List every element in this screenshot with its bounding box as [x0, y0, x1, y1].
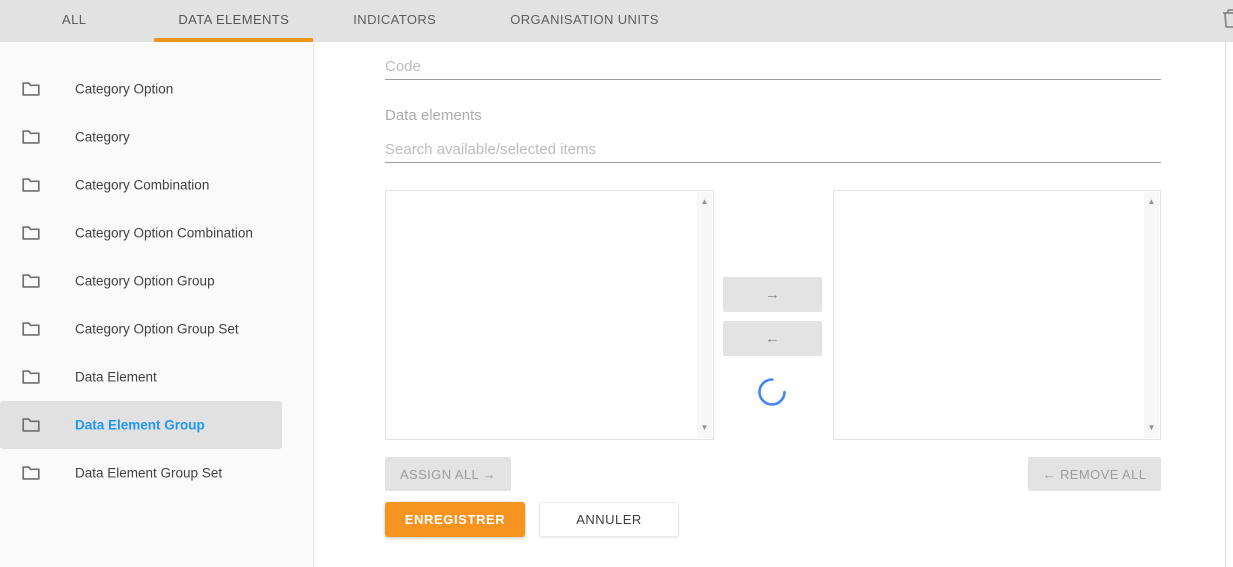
folder-icon — [20, 270, 42, 292]
save-button[interactable]: ENREGISTRER — [385, 502, 525, 537]
sidebar-item-label: Category — [75, 130, 130, 145]
sidebar-item-category-option-group-set[interactable]: Category Option Group Set — [0, 305, 282, 353]
sidebar-item-label: Category Option — [75, 82, 173, 97]
scroll-down-icon[interactable]: ▼ — [697, 420, 712, 436]
tab-indicators[interactable]: INDICATORS — [329, 0, 460, 42]
folder-icon — [20, 222, 42, 244]
sidebar-item-data-element-group-set[interactable]: Data Element Group Set — [0, 449, 282, 497]
sidebar: Category Option Category Category Combinat… — [0, 42, 314, 567]
sidebar-item-data-element[interactable]: Data Element — [0, 353, 282, 401]
sidebar-item-category[interactable]: Category — [0, 113, 282, 161]
sidebar-item-label: Data Element Group Set — [75, 466, 222, 481]
tab-organisation-units[interactable]: ORGANISATION UNITS — [486, 0, 683, 42]
folder-icon — [20, 174, 42, 196]
scroll-up-icon[interactable]: ▲ — [697, 194, 712, 210]
folder-icon — [20, 318, 42, 340]
page-scrollbar[interactable] — [1225, 42, 1233, 567]
remove-all-button[interactable]: ← REMOVE ALL — [1028, 457, 1161, 491]
move-left-button[interactable]: ← — [723, 321, 822, 356]
sidebar-item-label: Category Option Group Set — [75, 322, 239, 337]
sidebar-item-label: Category Option Combination — [75, 226, 253, 241]
scroll-up-icon[interactable]: ▲ — [1144, 194, 1159, 210]
folder-icon — [20, 462, 42, 484]
data-elements-label: Data elements — [385, 107, 482, 124]
search-input[interactable] — [385, 136, 1161, 163]
folder-icon — [20, 78, 42, 100]
cancel-button[interactable]: ANNULER — [539, 502, 679, 537]
sidebar-item-data-element-group[interactable]: Data Element Group — [0, 401, 282, 449]
selected-items-list[interactable]: ▲ ▼ — [833, 190, 1161, 440]
loading-spinner — [757, 377, 787, 407]
list-scrollbar[interactable]: ▲ ▼ — [697, 192, 712, 438]
tab-all[interactable]: ALL — [38, 0, 110, 42]
scroll-down-icon[interactable]: ▼ — [1144, 420, 1159, 436]
app-window: ALL DATA ELEMENTS INDICATORS ORGANISATION U… — [0, 0, 1233, 567]
folder-icon — [20, 126, 42, 148]
assign-all-button[interactable]: ASSIGN ALL → — [385, 457, 511, 491]
available-items-list[interactable]: ▲ ▼ — [385, 190, 714, 440]
list-scrollbar[interactable]: ▲ ▼ — [1144, 192, 1159, 438]
folder-icon — [20, 414, 42, 436]
sidebar-item-category-combination[interactable]: Category Combination — [0, 161, 282, 209]
sidebar-item-label: Category Option Group — [75, 274, 215, 289]
tab-bar: ALL DATA ELEMENTS INDICATORS ORGANISATION U… — [0, 0, 1233, 42]
sidebar-item-category-option-combination[interactable]: Category Option Combination — [0, 209, 282, 257]
sidebar-item-category-option-group[interactable]: Category Option Group — [0, 257, 282, 305]
sidebar-item-label: Category Combination — [75, 178, 209, 193]
sidebar-item-label: Data Element — [75, 370, 157, 385]
tab-data-elements[interactable]: DATA ELEMENTS — [154, 0, 313, 42]
folder-icon — [20, 366, 42, 388]
trash-icon[interactable] — [1219, 5, 1233, 35]
sidebar-item-label: Data Element Group — [75, 418, 205, 433]
sidebar-item-category-option[interactable]: Category Option — [0, 65, 282, 113]
code-input[interactable] — [385, 53, 1161, 80]
move-right-button[interactable]: → — [723, 277, 822, 312]
